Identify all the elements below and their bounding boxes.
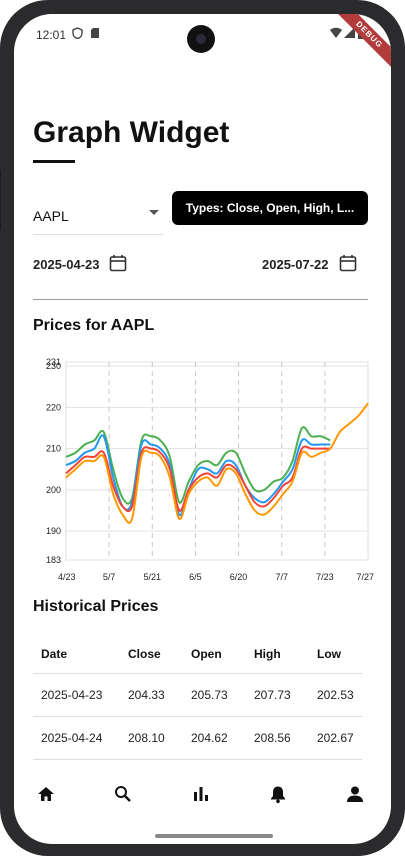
chart-title: Prices for AAPL <box>33 317 155 334</box>
app-screen: 12:01 DEBUG Graph Widget AAPL Types: Clo… <box>14 14 391 844</box>
wifi-icon <box>330 27 342 42</box>
historical-prices-title: Historical Prices <box>33 598 159 615</box>
y-tick-label: 210 <box>46 444 61 454</box>
x-tick-label: 6/20 <box>230 572 248 582</box>
y-tick-label: 220 <box>46 402 61 412</box>
table-cell: 2025-04-24 <box>33 716 120 760</box>
home-icon[interactable] <box>36 784 56 804</box>
sd-card-icon <box>90 27 100 42</box>
table-cell: 204.62 <box>183 716 246 760</box>
types-button[interactable]: Types: Close, Open, High, L... <box>172 191 368 225</box>
table-cell: 208.10 <box>120 716 183 760</box>
x-tick-label: 7/23 <box>316 572 334 582</box>
x-tick-label: 4/23 <box>58 572 76 582</box>
table-cell: 208.56 <box>246 716 309 760</box>
table-cell: 2025-04-23 <box>33 673 120 717</box>
price-chart: 1831902002102202302314/23 5/7 5/21 6/5 6/20 7… <box>46 357 374 582</box>
historical-prices-table: Date Close Open High Low 2025-04-23 204.… <box>33 635 362 760</box>
bar-chart-icon[interactable] <box>191 784 211 804</box>
column-header-open: Open <box>183 635 246 674</box>
divider <box>33 299 368 300</box>
front-camera <box>187 25 215 53</box>
series-line-1 <box>65 434 331 517</box>
status-time: 12:01 <box>36 28 67 42</box>
table-header-row: Date Close Open High Low <box>33 635 362 674</box>
home-indicator[interactable] <box>155 834 273 838</box>
start-date: 2025-04-23 <box>33 257 100 272</box>
y-tick-label: 231 <box>46 357 61 367</box>
column-header-close: Close <box>120 635 183 674</box>
table-row: 2025-04-23 204.33 205.73 207.73 202.53 <box>33 673 362 717</box>
search-icon[interactable] <box>113 784 133 804</box>
x-tick-label: 5/21 <box>144 572 162 582</box>
calendar-icon[interactable] <box>339 254 357 272</box>
y-tick-label: 200 <box>46 485 61 495</box>
column-header-high: High <box>246 635 309 674</box>
series-line-2 <box>65 445 331 513</box>
title-underline <box>33 160 75 163</box>
table-cell: 207.73 <box>246 673 309 717</box>
table-row: 2025-04-24 208.10 204.62 208.56 202.67 <box>33 716 362 760</box>
shield-icon <box>72 27 83 42</box>
x-tick-label: 5/7 <box>103 572 116 582</box>
column-header-date: Date <box>33 635 120 674</box>
table-cell: 202.53 <box>309 673 362 717</box>
x-tick-label: 7/7 <box>275 572 288 582</box>
chevron-down-icon <box>149 210 159 215</box>
x-tick-label: 7/27 <box>356 572 374 582</box>
person-icon[interactable] <box>345 784 365 804</box>
table-cell: 205.73 <box>183 673 246 717</box>
page-title: Graph Widget <box>33 116 230 149</box>
x-tick-label: 6/5 <box>189 572 202 582</box>
table-cell: 202.67 <box>309 716 362 760</box>
symbol-value: AAPL <box>33 208 69 224</box>
table-cell: 204.33 <box>120 673 183 717</box>
end-date: 2025-07-22 <box>262 257 329 272</box>
phone-frame: 12:01 DEBUG Graph Widget AAPL Types: Clo… <box>0 0 405 856</box>
column-header-low: Low <box>309 635 362 674</box>
y-tick-label: 183 <box>46 555 61 565</box>
volume-button <box>0 170 1 230</box>
symbol-dropdown[interactable]: AAPL <box>33 198 163 235</box>
y-tick-label: 190 <box>46 526 61 536</box>
calendar-icon[interactable] <box>109 254 127 272</box>
bell-icon[interactable] <box>268 784 288 804</box>
bottom-nav <box>14 776 391 814</box>
